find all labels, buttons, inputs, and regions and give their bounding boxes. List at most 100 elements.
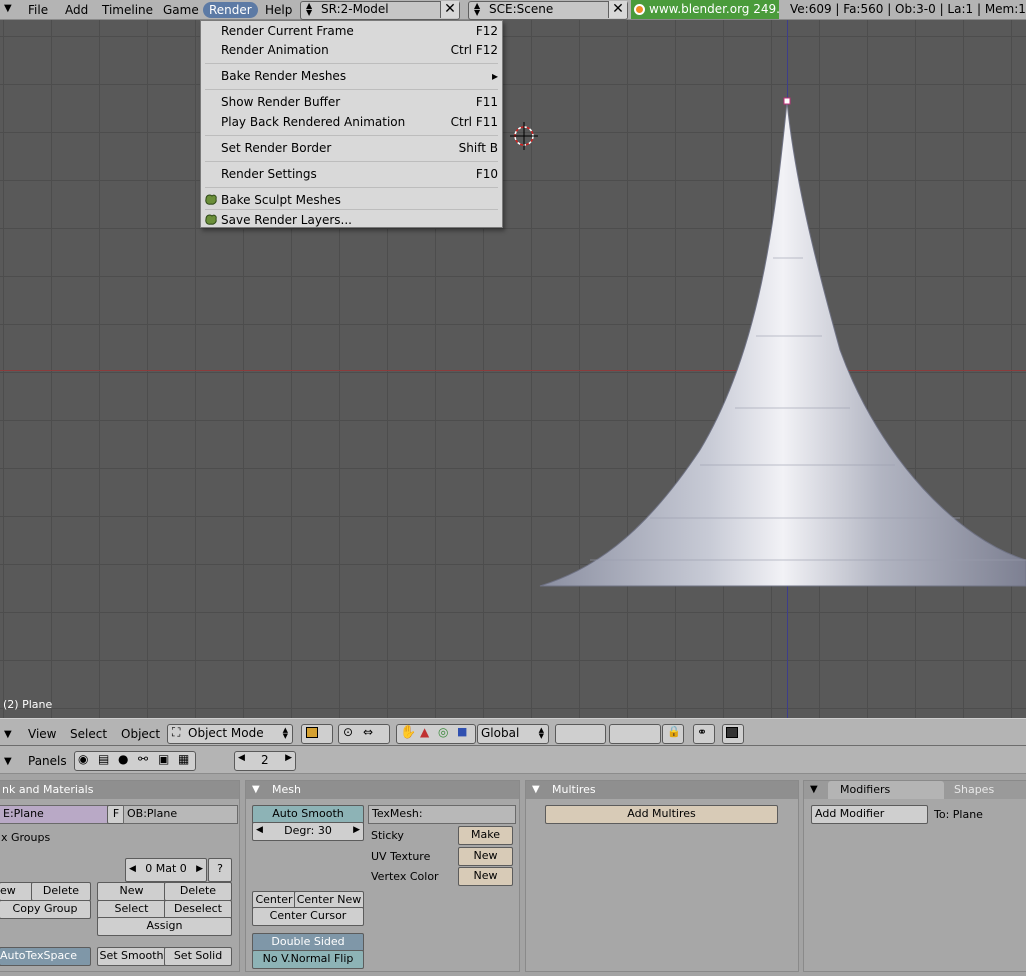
scene-selector[interactable]: ▲ ▼ SCE:Scene ✕ bbox=[468, 1, 628, 20]
texmesh-field[interactable]: TexMesh: bbox=[368, 805, 516, 824]
shading-icon bbox=[306, 727, 318, 738]
menu-item-render-current-frame[interactable]: Render Current Frame F12 bbox=[201, 21, 502, 41]
close-icon[interactable]: ✕ bbox=[608, 1, 627, 18]
layer-buttons-2[interactable] bbox=[609, 724, 661, 744]
menu-timeline[interactable]: Timeline bbox=[102, 2, 153, 18]
menu-separator bbox=[205, 161, 498, 162]
decrement-icon: ◀ bbox=[129, 864, 136, 874]
hand-icon[interactable]: ✋ bbox=[400, 725, 416, 740]
lock-icon[interactable]: 🔒 bbox=[662, 724, 684, 744]
delete-material-button[interactable]: Delete bbox=[164, 882, 232, 901]
uv-texture-new-button[interactable]: New bbox=[458, 847, 513, 866]
3d-cursor-icon[interactable] bbox=[508, 120, 540, 152]
no-vnormal-flip-toggle[interactable]: No V.Normal Flip bbox=[252, 950, 364, 969]
python-script-icon bbox=[205, 214, 217, 225]
panels-header: ▼ Panels ◉ ▤ ● ⚯ ▣ ▦ ◀ 2 ▶ bbox=[0, 746, 1026, 774]
menu-add[interactable]: Add bbox=[65, 2, 88, 18]
frame-number-field[interactable]: ◀ 2 ▶ bbox=[234, 751, 296, 771]
menu-item-bake-render-meshes[interactable]: Bake Render Meshes ▸ bbox=[201, 66, 502, 86]
manipulator-buttons[interactable]: ✋ ▲ ◎ ■ bbox=[396, 724, 476, 744]
menu-item-render-animation[interactable]: Render Animation Ctrl F12 bbox=[201, 40, 502, 60]
add-modifier-button[interactable]: Add Modifier bbox=[811, 805, 928, 824]
object-name-field[interactable]: OB:Plane bbox=[123, 805, 238, 824]
copy-group-button[interactable]: Copy Group bbox=[0, 900, 91, 919]
python-script-icon bbox=[205, 194, 217, 205]
orientation-selector[interactable]: Global ▲ ▼ bbox=[477, 724, 549, 744]
mode-selector[interactable]: ⛶ Object Mode ▲ ▼ bbox=[167, 724, 293, 744]
vertex-color-label: Vertex Color bbox=[371, 870, 439, 883]
add-multires-button[interactable]: Add Multires bbox=[545, 805, 778, 824]
collapse-icon[interactable]: ▼ bbox=[810, 781, 818, 799]
blender-logo-icon bbox=[634, 4, 645, 15]
autotexspace-toggle[interactable]: AutoTexSpace bbox=[0, 947, 91, 966]
window-type-icon[interactable]: ▼ bbox=[4, 1, 12, 17]
menu-item-play-back-rendered-animation[interactable]: Play Back Rendered Animation Ctrl F11 bbox=[201, 112, 502, 132]
translate-icon[interactable]: ▲ bbox=[420, 725, 429, 739]
vertex-color-new-button[interactable]: New bbox=[458, 867, 513, 886]
collapse-icon[interactable]: ▼ bbox=[252, 781, 260, 799]
menu-item-bake-sculpt-meshes[interactable]: Bake Sculpt Meshes bbox=[201, 190, 502, 210]
active-object-label: (2) Plane bbox=[3, 698, 53, 711]
shading-context-icon[interactable]: ● bbox=[118, 752, 128, 766]
window-type-icon[interactable]: ▼ bbox=[4, 727, 12, 743]
menu-select[interactable]: Select bbox=[70, 726, 107, 742]
close-icon[interactable]: ✕ bbox=[440, 1, 459, 18]
rotate-icon[interactable]: ◎ bbox=[438, 725, 448, 739]
pivot-icon: ⊙ bbox=[343, 725, 354, 739]
collapse-icon[interactable]: ▼ bbox=[532, 781, 540, 799]
increment-icon: ▶ bbox=[353, 825, 360, 835]
logic-icon[interactable]: ◉ bbox=[78, 752, 88, 766]
menu-render[interactable]: Render bbox=[203, 2, 258, 18]
window-type-icon[interactable]: ▼ bbox=[4, 754, 12, 770]
object-context-icon[interactable]: ⚯ bbox=[138, 752, 148, 766]
screen-selector[interactable]: ▲ ▼ SR:2-Model ✕ bbox=[300, 1, 460, 20]
menu-item-set-render-border[interactable]: Set Render Border Shift B bbox=[201, 138, 502, 158]
degree-field[interactable]: ◀ Degr: 30 ▶ bbox=[252, 822, 364, 841]
decrement-icon[interactable]: ◀ bbox=[238, 753, 245, 763]
increment-icon[interactable]: ▶ bbox=[285, 753, 292, 763]
scale-icon[interactable]: ■ bbox=[457, 725, 467, 738]
material-index-field[interactable]: ◀ 0 Mat 0 ▶ bbox=[125, 858, 207, 882]
mesh-name-field[interactable]: E:Plane bbox=[0, 805, 112, 824]
script-icon[interactable]: ▤ bbox=[98, 752, 109, 766]
link-icon[interactable]: ⚭ bbox=[693, 724, 715, 744]
render-preview-icon[interactable] bbox=[722, 724, 744, 744]
draw-type-selector[interactable] bbox=[301, 724, 333, 744]
new-material-button[interactable]: New bbox=[97, 882, 166, 901]
menu-file[interactable]: File bbox=[28, 2, 48, 18]
panel-tabs: ▼ Modifiers Shapes bbox=[804, 781, 1026, 799]
menu-item-render-settings[interactable]: Render Settings F10 bbox=[201, 164, 502, 184]
panel-title: ▼ Mesh bbox=[246, 781, 519, 799]
layer-buttons-1[interactable] bbox=[555, 724, 606, 744]
set-solid-button[interactable]: Set Solid bbox=[164, 947, 232, 966]
delete-group-button[interactable]: Delete bbox=[31, 882, 91, 901]
menu-item-save-render-layers[interactable]: Save Render Layers... bbox=[201, 210, 502, 230]
3d-viewport[interactable]: (2) Plane bbox=[0, 20, 1026, 718]
set-smooth-button[interactable]: Set Smooth bbox=[97, 947, 166, 966]
editing-context-icon[interactable]: ▣ bbox=[158, 752, 169, 766]
decrement-icon: ◀ bbox=[256, 825, 263, 835]
menu-separator bbox=[205, 89, 498, 90]
tab-shapes[interactable]: Shapes bbox=[954, 781, 994, 799]
menu-game[interactable]: Game bbox=[163, 2, 199, 18]
pivot-selector[interactable]: ⊙ ⇔ bbox=[338, 724, 390, 744]
menu-item-show-render-buffer[interactable]: Show Render Buffer F11 bbox=[201, 92, 502, 112]
panels-menu[interactable]: Panels bbox=[28, 753, 67, 769]
panel-title: ▼ Multires bbox=[526, 781, 798, 799]
updown-arrows-icon: ▲ ▼ bbox=[306, 1, 313, 17]
assign-material-button[interactable]: Assign bbox=[97, 917, 232, 936]
render-menu-popup: Render Current Frame F12 Render Animation… bbox=[200, 20, 503, 228]
scene-stats: Ve:609 | Fa:560 | Ob:3-0 | La:1 | Mem:1.… bbox=[790, 2, 1026, 16]
sticky-make-button[interactable]: Make bbox=[458, 826, 513, 845]
tab-modifiers[interactable]: Modifiers bbox=[828, 781, 944, 799]
vertex-handle[interactable] bbox=[783, 97, 791, 105]
scene-context-icon[interactable]: ▦ bbox=[178, 752, 189, 766]
center-cursor-button[interactable]: Center Cursor bbox=[252, 907, 364, 926]
help-button[interactable]: ? bbox=[208, 858, 232, 882]
menu-object[interactable]: Object bbox=[121, 726, 160, 742]
context-buttons[interactable]: ◉ ▤ ● ⚯ ▣ ▦ bbox=[74, 751, 196, 771]
menu-help[interactable]: Help bbox=[265, 2, 292, 18]
blender-info-link[interactable]: www.blender.org 249.2 bbox=[631, 0, 779, 19]
new-group-button[interactable]: ew bbox=[0, 882, 33, 901]
menu-view[interactable]: View bbox=[28, 726, 56, 742]
